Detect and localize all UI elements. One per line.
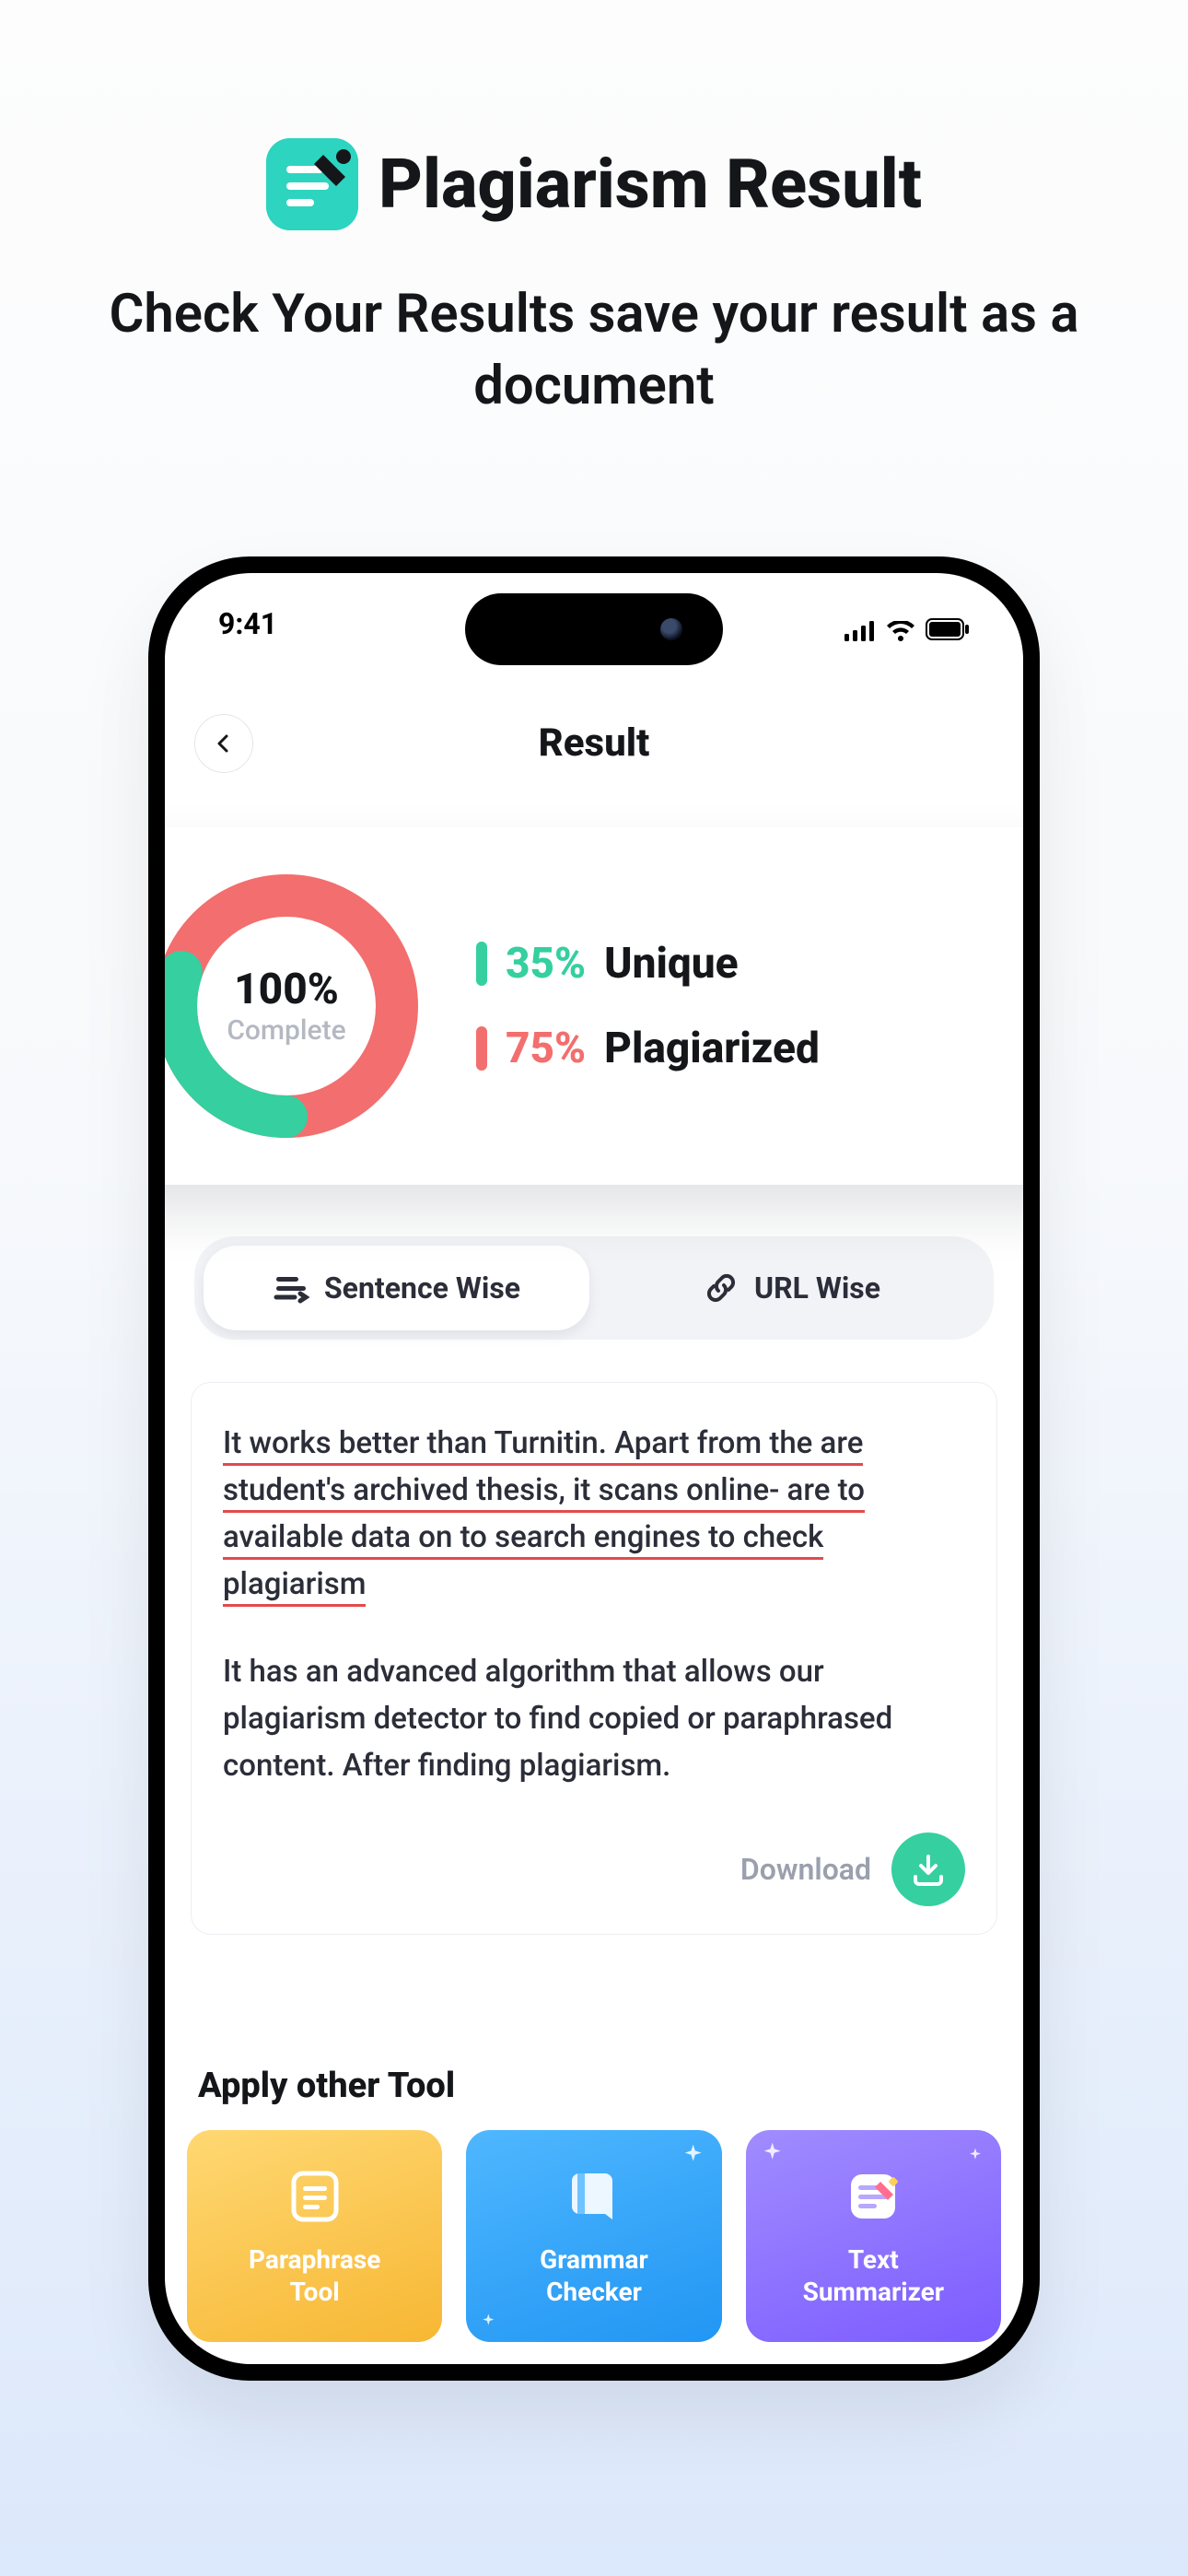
unique-label: Unique <box>604 939 738 989</box>
sparkle-icon <box>685 2145 702 2161</box>
download-icon <box>910 1851 947 1888</box>
tool-label: Checker <box>540 2276 648 2308</box>
summarizer-icon <box>841 2164 905 2229</box>
signal-icon <box>844 614 876 634</box>
unique-bar-icon <box>476 942 487 986</box>
result-text-card: It works better than Turnitin. Apart fro… <box>191 1382 997 1935</box>
hero-title-text: Plagiarism Result <box>379 145 922 225</box>
sparkle-icon <box>970 2149 981 2160</box>
tool-label: Paraphrase <box>249 2243 380 2276</box>
sparkle-icon <box>764 2143 781 2160</box>
other-tools-row: Paraphrase Tool Grammar Checker <box>187 2130 1001 2342</box>
tool-summarizer[interactable]: Text Summarizer <box>746 2130 1001 2342</box>
score-card: 100% Complete 35% Unique 75% Plagiarized <box>165 827 1023 1185</box>
flagged-text: plagiarism <box>223 1566 366 1607</box>
tool-label: Summarizer <box>803 2276 944 2308</box>
hero-title: Plagiarism Result <box>266 138 922 230</box>
app-header: Result <box>165 702 1023 785</box>
tab-sentence-label: Sentence Wise <box>324 1270 520 1306</box>
unique-percent: 35% <box>506 939 586 989</box>
plagiarism-result-icon <box>266 138 358 230</box>
unique-row: 35% Unique <box>476 939 820 989</box>
plagiarized-row: 75% Plagiarized <box>476 1024 820 1073</box>
tool-paraphrase[interactable]: Paraphrase Tool <box>187 2130 442 2342</box>
status-time: 9:41 <box>218 606 277 641</box>
dynamic-island <box>465 593 723 665</box>
download-button[interactable] <box>891 1832 965 1906</box>
donut-label: Complete <box>227 1014 345 1047</box>
tab-sentence-wise[interactable]: Sentence Wise <box>204 1246 589 1330</box>
phone-screen: 9:41 Result <box>165 573 1023 2364</box>
tab-url-wise[interactable]: URL Wise <box>599 1246 984 1330</box>
back-button[interactable] <box>194 714 253 773</box>
plagiarized-bar-icon <box>476 1026 487 1071</box>
tool-grammar[interactable]: Grammar Checker <box>466 2130 721 2342</box>
wifi-icon <box>887 614 914 634</box>
view-tabs: Sentence Wise URL Wise <box>194 1236 994 1340</box>
result-paragraph-1: It works better than Turnitin. Apart fro… <box>223 1420 965 1609</box>
link-icon <box>703 1270 740 1306</box>
tool-label: Grammar <box>540 2243 648 2276</box>
paraphrase-icon <box>283 2164 347 2229</box>
result-paragraph-2: It has an advanced algorithm that allows… <box>223 1648 965 1789</box>
download-label: Download <box>740 1852 871 1887</box>
sentence-wise-icon <box>273 1270 309 1306</box>
completion-donut: 100% Complete <box>165 868 425 1144</box>
phone-frame: 9:41 Result <box>148 556 1040 2381</box>
plagiarized-label: Plagiarized <box>604 1024 820 1073</box>
donut-percent: 100% <box>234 965 339 1014</box>
other-tools-title: Apply other Tool <box>198 2066 455 2106</box>
tool-label: Text <box>803 2243 944 2276</box>
sparkle-icon <box>483 2314 494 2325</box>
flagged-text: available data on to search engines to c… <box>223 1519 823 1560</box>
tab-url-label: URL Wise <box>754 1270 880 1306</box>
page-title: Result <box>539 720 650 766</box>
tool-label: Tool <box>249 2276 380 2308</box>
plagiarized-percent: 75% <box>506 1024 586 1073</box>
grammar-icon <box>562 2164 626 2229</box>
flagged-text: student's archived thesis, it scans onli… <box>223 1472 865 1513</box>
flagged-text: It works better than Turnitin. Apart fro… <box>223 1425 863 1466</box>
hero-subtitle: Check Your Results save your result as a… <box>0 278 1188 423</box>
chevron-left-icon <box>213 732 235 755</box>
battery-icon <box>926 613 970 635</box>
